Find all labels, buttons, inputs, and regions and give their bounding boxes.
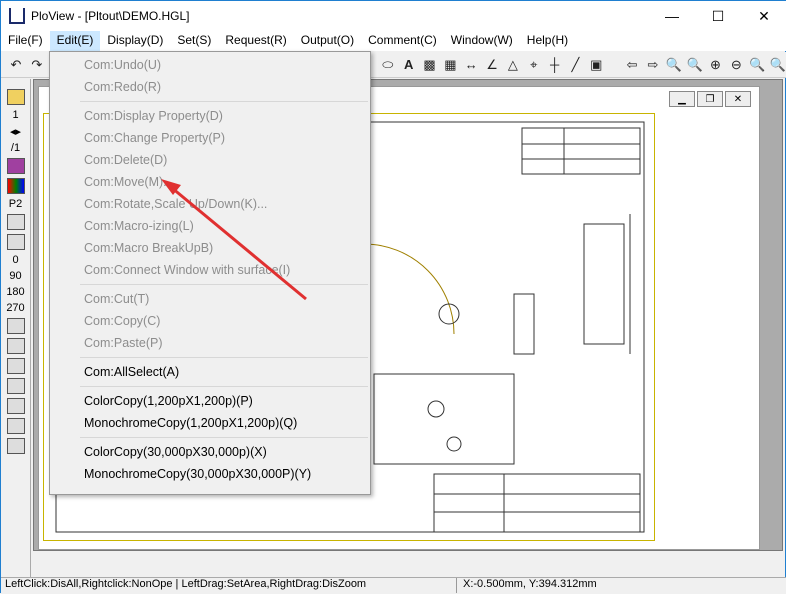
- menu-request[interactable]: Request(R): [218, 31, 293, 51]
- status-coordinates: X:-0.500mm, Y:394.312mm: [463, 578, 597, 590]
- menu-item: Com:Move(M)...: [84, 175, 174, 189]
- frame-icon[interactable]: [6, 418, 25, 434]
- grid-icon[interactable]: [6, 338, 25, 354]
- save-icon[interactable]: [6, 438, 25, 454]
- dimension-icon[interactable]: ↔: [462, 56, 480, 74]
- close-button[interactable]: ✕: [741, 1, 786, 31]
- forward-icon[interactable]: ⇨: [644, 56, 662, 74]
- edit-menu-dropdown: Com:Undo(U) Com:Redo(R) Com:Display Proper…: [49, 51, 371, 495]
- zoom-prev-icon[interactable]: 🔍: [748, 56, 766, 74]
- redo-icon[interactable]: ↷: [28, 56, 46, 74]
- zoom-fit-icon[interactable]: 🔍: [686, 56, 704, 74]
- line-icon[interactable]: ╱: [567, 56, 585, 74]
- title-bar: PloView - [Pltout\DEMO.HGL] — ☐ ✕: [1, 1, 786, 31]
- height-icon[interactable]: [6, 378, 25, 394]
- menu-separator: [80, 357, 368, 358]
- angle-180[interactable]: 180: [6, 286, 24, 298]
- menu-item: Com:Connect Window with surface(I): [84, 263, 291, 277]
- hatch-icon[interactable]: ▩: [421, 56, 439, 74]
- menu-item: Com:Undo(U): [84, 58, 162, 72]
- menu-item: Com:Copy(C): [84, 314, 161, 328]
- window-title: PloView - [Pltout\DEMO.HGL]: [31, 9, 190, 23]
- page-total: /1: [10, 142, 21, 154]
- maximize-button[interactable]: ☐: [695, 1, 741, 31]
- menu-display[interactable]: Display(D): [100, 31, 170, 51]
- menu-item: Com:Change Property(P): [84, 131, 226, 145]
- triangle-icon[interactable]: △: [504, 56, 522, 74]
- menu-item: Com:Macro BreakUpB): [84, 241, 214, 255]
- menu-help[interactable]: Help(H): [520, 31, 575, 51]
- child-minimize-button[interactable]: ▁: [669, 91, 695, 107]
- undo-icon[interactable]: ↶: [7, 56, 25, 74]
- menu-item: Com:Redo(R): [84, 80, 162, 94]
- angle-90[interactable]: 90: [9, 270, 21, 282]
- left-toolbar: 1 ◂▸ /1 P2 0 90 180 270: [1, 79, 31, 577]
- fold-icon[interactable]: [6, 398, 25, 414]
- menu-separator: [80, 284, 368, 285]
- menu-window[interactable]: Window(W): [444, 31, 520, 51]
- page-icon[interactable]: [6, 214, 25, 230]
- snap-icon[interactable]: ┼: [546, 56, 564, 74]
- text-icon[interactable]: A: [400, 56, 418, 74]
- angle-icon[interactable]: ∠: [483, 56, 501, 74]
- zoom-in-icon[interactable]: ⊕: [707, 56, 725, 74]
- palette-icon[interactable]: [6, 178, 25, 194]
- menu-edit[interactable]: Edit(E): [49, 31, 101, 51]
- menu-bar: File(F) Edit(E) Display(D) Set(S) Request(R)…: [1, 31, 786, 51]
- pen-icon[interactable]: [6, 158, 25, 174]
- zoom-area-icon[interactable]: 🔍: [665, 56, 683, 74]
- menu-comment[interactable]: Comment(C): [361, 31, 444, 51]
- page-stepper-icon[interactable]: ◂▸: [10, 125, 21, 138]
- back-icon[interactable]: ⇦: [623, 56, 641, 74]
- menu-item: Com:Paste(P): [84, 336, 163, 350]
- menu-separator: [80, 437, 368, 438]
- ellipse-icon[interactable]: ⬭: [379, 56, 397, 74]
- page-number: 1: [12, 109, 19, 121]
- menu-item: Com:Delete(D): [84, 153, 168, 167]
- menu-separator: [80, 386, 368, 387]
- status-bar: LeftClick:DisAll,Rightclick:NonOpe | Lef…: [1, 577, 786, 593]
- menu-item: Com:Cut(T): [84, 292, 150, 306]
- status-hint: LeftClick:DisAll,Rightclick:NonOpe | Lef…: [1, 578, 457, 593]
- child-restore-button[interactable]: ❐: [697, 91, 723, 107]
- child-close-button[interactable]: ✕: [725, 91, 751, 107]
- menu-item[interactable]: Com:AllSelect(A): [50, 361, 370, 383]
- menu-item: Com:Display Property(D): [84, 109, 223, 123]
- menu-item: Com:Macro-izing(L): [84, 219, 194, 233]
- menu-item[interactable]: MonochromeCopy(1,200pX1,200p)(Q): [50, 412, 370, 434]
- angle-0[interactable]: 0: [12, 254, 18, 266]
- menu-item: Com:Rotate,Scale Up/Down(K)...: [84, 197, 268, 211]
- angle-270[interactable]: 270: [6, 302, 24, 314]
- color-icon[interactable]: ▣: [587, 56, 605, 74]
- open-icon[interactable]: [6, 89, 25, 105]
- crosshair-icon[interactable]: ⌖: [525, 56, 543, 74]
- menu-output[interactable]: Output(O): [294, 31, 361, 51]
- menu-item[interactable]: ColorCopy(30,000pX30,000p)(X): [50, 441, 370, 463]
- menu-file[interactable]: File(F): [1, 31, 50, 51]
- pen-select[interactable]: P2: [9, 198, 22, 210]
- menu-item[interactable]: ColorCopy(1,200pX1,200p)(P): [50, 390, 370, 412]
- menu-item[interactable]: MonochromeCopy(30,000pX30,000P)(Y): [50, 463, 370, 485]
- width-icon[interactable]: [6, 358, 25, 374]
- page-copy-icon[interactable]: [6, 234, 25, 250]
- minimize-button[interactable]: —: [649, 1, 695, 31]
- fill-icon[interactable]: ▦: [441, 56, 459, 74]
- menu-separator: [80, 101, 368, 102]
- app-icon: [9, 8, 25, 24]
- zoom-all-icon[interactable]: 🔍: [769, 56, 786, 74]
- zoom-out-icon[interactable]: ⊖: [727, 56, 745, 74]
- menu-set[interactable]: Set(S): [170, 31, 218, 51]
- mirror-icon[interactable]: [6, 318, 25, 334]
